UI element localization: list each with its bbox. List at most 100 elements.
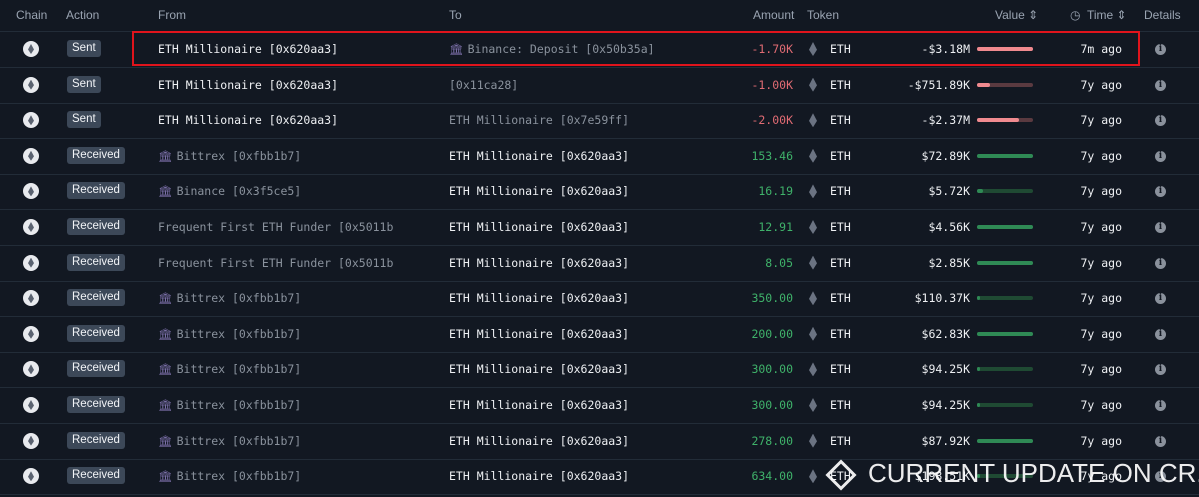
table-row[interactable]: Sent ETH Millionaire [0x620aa3] ETH Mill… [0, 103, 1199, 140]
from-address[interactable]: Frequent First ETH Funder [0x5011b [158, 256, 393, 270]
value-bar-fill [977, 403, 980, 407]
info-icon[interactable]: i [1155, 79, 1166, 91]
amount: 300.00 [751, 398, 793, 412]
token-symbol[interactable]: ETH [830, 291, 851, 305]
info-icon[interactable]: i [1155, 44, 1166, 55]
table-row[interactable]: Received 🏛 Bittrex [0xfbb1b7] ETH Million… [0, 388, 1199, 424]
ethereum-chain-icon [23, 361, 39, 378]
info-icon[interactable]: i [1155, 400, 1166, 411]
token-symbol[interactable]: ETH [830, 220, 851, 234]
token-symbol[interactable]: ETH [830, 398, 851, 412]
info-icon[interactable]: i [1155, 435, 1166, 447]
token-symbol[interactable]: ETH [830, 78, 851, 92]
table-row[interactable]: Received 🏛 Bittrex [0xfbb1b7] ETH Million… [0, 317, 1199, 353]
from-address[interactable]: Frequent First ETH Funder [0x5011b [158, 220, 393, 234]
col-from: From [158, 8, 186, 22]
from-address[interactable]: 🏛 Bittrex [0xfbb1b7] [158, 327, 301, 341]
usd-value: -$2.37M [921, 113, 970, 128]
col-token: Token [807, 8, 840, 22]
table-row[interactable]: Received Frequent First ETH Funder [0x50… [0, 210, 1199, 246]
ethereum-chain-icon [23, 397, 39, 413]
to-address[interactable]: ETH Millionaire [0x620aa3] [449, 434, 629, 448]
entity-icon: 🏛 [158, 433, 173, 448]
to-address[interactable]: ETH Millionaire [0x620aa3] [449, 362, 629, 376]
table-row[interactable]: Received 🏛 Binance [0x3f5ce5] ETH Million… [0, 174, 1199, 211]
action-badge: Received [67, 467, 125, 485]
ethereum-chain-icon [23, 76, 39, 93]
time-ago: 7y ago [1080, 362, 1122, 377]
value-bar [977, 260, 1033, 265]
from-address[interactable]: 🏛 Bittrex [0xfbb1b7] [158, 291, 301, 305]
to-address[interactable]: [0x11ca28] [449, 78, 518, 92]
from-address[interactable]: 🏛 Bittrex [0xfbb1b7] [158, 469, 301, 483]
value-bar [977, 225, 1033, 229]
to-address[interactable]: ETH Millionaire [0x620aa3] [449, 149, 629, 163]
to-address[interactable]: ETH Millionaire [0x620aa3] [449, 398, 629, 412]
info-icon[interactable]: i [1155, 115, 1166, 127]
from-address[interactable]: ETH Millionaire [0x620aa3] [158, 42, 338, 56]
from-address[interactable]: 🏛 Bittrex [0xfbb1b7] [158, 398, 301, 412]
ethereum-chain-icon [23, 468, 39, 485]
col-details: Details [1144, 8, 1181, 22]
table-row[interactable]: Received Frequent First ETH Funder [0x50… [0, 246, 1199, 282]
time-ago: 7y ago [1080, 291, 1122, 306]
usd-value: $62.83K [921, 326, 970, 341]
value-bar [977, 153, 1033, 158]
value-bar-fill [977, 367, 980, 372]
eth-token-icon [809, 113, 817, 128]
from-address[interactable]: 🏛 Bittrex [0xfbb1b7] [158, 149, 301, 163]
table-row[interactable]: Sent ETH Millionaire [0x620aa3] 🏛 Binance… [0, 32, 1199, 68]
to-address[interactable]: ETH Millionaire [0x620aa3] [449, 184, 629, 198]
token-symbol[interactable]: ETH [830, 113, 851, 127]
from-address[interactable]: 🏛 Binance [0x3f5ce5] [158, 184, 301, 198]
from-address[interactable]: 🏛 Bittrex [0xfbb1b7] [158, 362, 301, 376]
action-badge: Sent [67, 40, 101, 57]
token-symbol[interactable]: ETH [830, 256, 851, 270]
table-row[interactable]: Received 🏛 Bittrex [0xfbb1b7] ETH Million… [0, 352, 1199, 389]
action-badge: Received [67, 396, 125, 413]
eth-token-icon [809, 77, 817, 92]
token-symbol[interactable]: ETH [830, 184, 851, 198]
value-bar-fill [977, 438, 1033, 443]
to-address[interactable]: ETH Millionaire [0x620aa3] [449, 469, 629, 483]
from-address[interactable]: 🏛 Bittrex [0xfbb1b7] [158, 434, 301, 448]
col-time-sort[interactable]: Time ⇕ [1087, 8, 1127, 22]
info-icon[interactable]: i [1155, 293, 1166, 305]
ethereum-chain-icon [23, 290, 39, 307]
token-symbol[interactable]: ETH [830, 149, 851, 163]
from-address[interactable]: ETH Millionaire [0x620aa3] [158, 113, 338, 127]
to-address[interactable]: ETH Millionaire [0x620aa3] [449, 220, 629, 234]
table-row[interactable]: Sent ETH Millionaire [0x620aa3] [0x11ca2… [0, 68, 1199, 104]
col-value-sort[interactable]: Value ⇕ [995, 8, 1038, 22]
info-icon[interactable]: i [1155, 328, 1166, 340]
eth-token-icon [809, 433, 817, 448]
info-icon[interactable]: i [1155, 150, 1166, 162]
table-row[interactable]: Received 🏛 Bittrex [0xfbb1b7] ETH Million… [0, 424, 1199, 460]
token-symbol[interactable]: ETH [830, 327, 851, 341]
info-icon[interactable]: i [1155, 364, 1166, 376]
table-row[interactable]: Received 🏛 Bittrex [0xfbb1b7] ETH Million… [0, 281, 1199, 318]
info-icon[interactable]: i [1155, 257, 1166, 269]
token-symbol[interactable]: ETH [830, 362, 851, 376]
to-address[interactable]: ETH Millionaire [0x620aa3] [449, 291, 629, 305]
token-symbol[interactable]: ETH [830, 42, 851, 56]
to-address[interactable]: ETH Millionaire [0x620aa3] [449, 256, 629, 270]
to-address[interactable]: 🏛 Binance: Deposit [0x50b35a] [449, 42, 655, 56]
to-address[interactable]: ETH Millionaire [0x620aa3] [449, 327, 629, 341]
time-ago: 7y ago [1080, 255, 1122, 270]
token-symbol[interactable]: ETH [830, 434, 851, 448]
time-ago: 7y ago [1080, 77, 1122, 92]
value-bar-fill [977, 296, 980, 301]
info-icon[interactable]: i [1155, 222, 1166, 233]
entity-icon: 🏛 [158, 291, 173, 306]
value-bar-fill [977, 82, 991, 87]
table-row[interactable]: Received 🏛 Bittrex [0xfbb1b7] ETH Million… [0, 139, 1199, 175]
value-bar-fill [977, 189, 983, 194]
from-address[interactable]: ETH Millionaire [0x620aa3] [158, 78, 338, 92]
action-badge: Sent [67, 75, 101, 93]
to-address[interactable]: ETH Millionaire [0x7e59ff] [449, 113, 629, 127]
value-bar [977, 367, 1033, 372]
eth-token-icon [809, 291, 817, 306]
time-ago: 7y ago [1080, 398, 1122, 412]
info-icon[interactable]: i [1155, 186, 1166, 198]
